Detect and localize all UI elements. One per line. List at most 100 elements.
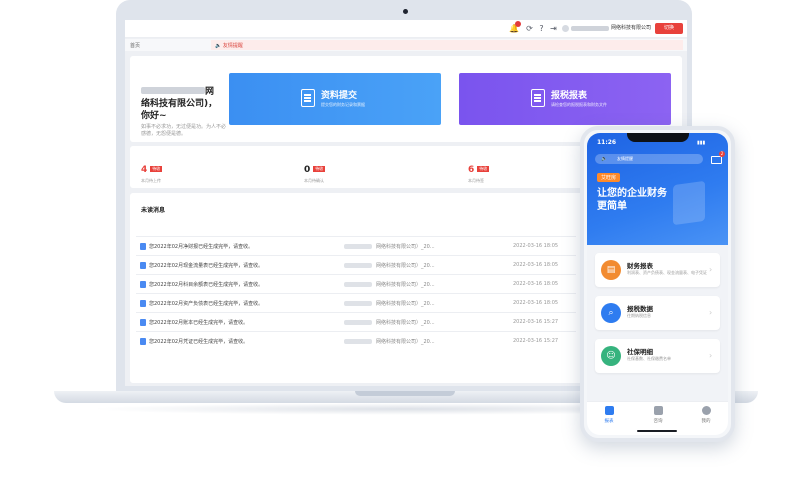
chevron-right-icon: ›: [709, 351, 713, 360]
mail-icon[interactable]: [711, 156, 722, 164]
home-indicator: [637, 430, 677, 432]
document-icon: [140, 281, 146, 288]
submit-data-title: 资料提交: [321, 91, 358, 101]
refresh-icon[interactable]: ⟳: [525, 24, 534, 33]
blurred-field: [344, 263, 372, 268]
tax-report-title: 报税报表: [551, 91, 588, 101]
laptop-notch: [355, 391, 455, 396]
report-icon: [604, 406, 614, 415]
stat-item[interactable]: 4 待收 本月待上传: [141, 157, 163, 184]
report-doc-icon: [531, 89, 545, 107]
blurred-field: [344, 282, 372, 287]
welcome-title-text: 网络科技有限公司)，你好~: [141, 87, 218, 121]
upload-doc-icon: [301, 89, 315, 107]
phone-frame: 11:26 ▮▮▮ 🔈 友情提醒 2 艾旺房 让您的企业财务 更简单 ▤ 财务报…: [580, 126, 735, 442]
tab-label: 我的: [701, 419, 711, 424]
document-icon: [140, 319, 146, 326]
document-icon: [140, 243, 146, 250]
card-title: 社保明细: [627, 348, 653, 356]
status-time: 11:26: [597, 139, 617, 146]
phone-screen: 11:26 ▮▮▮ 🔈 友情提醒 2 艾旺房 让您的企业财务 更简单 ▤ 财务报…: [587, 133, 728, 435]
people-icon: ☺: [601, 346, 621, 366]
hero-title-line1: 让您的企业财务: [597, 188, 667, 199]
chat-icon: [653, 406, 663, 415]
stat-tag: 待收: [477, 166, 490, 172]
help-icon[interactable]: ?: [537, 24, 546, 33]
message-text: 您2022年02月科目余额表已经生成完毕，请查收。: [149, 282, 264, 288]
message-text: 您2022年02月资产负债表已经生成完毕，请查收。: [149, 301, 264, 307]
company-blurred: [571, 26, 609, 31]
blurred-field: [344, 301, 372, 306]
message-time: 2022-03-16 15:27: [513, 338, 559, 344]
message-text: 您2022年02月凭证已经生成完毕，请查收。: [149, 339, 249, 345]
card-title: 财务报表: [627, 262, 653, 270]
tip-label: 🔈 友情提醒: [215, 43, 243, 49]
card-subtitle: 社保基数、社保缴费名单: [627, 356, 671, 361]
blurred-field: [344, 320, 372, 325]
hero-title-line2: 更简单: [597, 201, 627, 212]
stat-tag: 待收: [313, 166, 326, 172]
hero-illustration: [673, 180, 705, 226]
message-text: 您2022年02月账本已经生成完毕，请查收。: [149, 320, 249, 326]
message-company: 网络科技有限公司）_20...: [376, 301, 435, 307]
tax-data-card[interactable]: ⌕ 报税数据 往期纳税信息 ›: [595, 296, 720, 330]
tip-banner: 🔈 友情提醒: [211, 40, 683, 50]
finance-report-card[interactable]: ▤ 财务报表 利润表、资产负债表、现金流量表、电子凭证 ›: [595, 253, 720, 287]
avatar[interactable]: [562, 25, 569, 32]
message-row[interactable]: 您2022年02月凭证已经生成完毕，请查收。 网络科技有限公司）_20... 2…: [136, 331, 576, 350]
tab-row: 首页 🔈 友情提醒: [125, 39, 687, 51]
message-row[interactable]: 您2022年02月账本已经生成完毕，请查收。 网络科技有限公司）_20... 2…: [136, 312, 576, 331]
tab-home[interactable]: 首页: [130, 42, 140, 49]
card-subtitle: 利润表、资产负债表、现金流量表、电子凭证: [627, 270, 707, 275]
message-time: 2022-03-16 18:05: [513, 243, 559, 249]
welcome-subtitle: 如事不必求功，无过便是功。为人不必感德，无怨便是德。: [141, 124, 227, 137]
search-bar[interactable]: 🔈 友情提醒: [595, 154, 703, 164]
tab-mine[interactable]: 我的: [691, 406, 721, 424]
tax-report-subtitle: 请检查您的报税报表和财务文件: [551, 102, 607, 107]
welcome-title: 网络科技有限公司)，你好~: [141, 86, 221, 122]
hero-tag: 艾旺房: [597, 173, 621, 182]
message-row[interactable]: 您2022年02月净财报已经生成完毕，请查收。 网络科技有限公司）_20... …: [136, 236, 576, 255]
document-icon: [140, 338, 146, 345]
phone-hero-banner: 11:26 ▮▮▮ 🔈 友情提醒 2 艾旺房 让您的企业财务 更简单: [587, 133, 728, 245]
message-text: 您2022年02月净财报已经生成完毕，请查收。: [149, 244, 254, 250]
tab-consult[interactable]: 咨询: [643, 406, 673, 424]
stat-item[interactable]: 6 待收 本月待签: [468, 157, 490, 184]
message-text: 您2022年02月现金流量表已经生成完毕，请查收。: [149, 263, 264, 269]
stat-tag: 待收: [150, 166, 163, 172]
mail-badge: 2: [719, 151, 725, 157]
stat-item[interactable]: 0 待收 本月待确认: [304, 157, 326, 184]
stat-label: 本月待签: [468, 178, 484, 183]
notification-badge: [515, 21, 521, 27]
social-security-card[interactable]: ☺ 社保明细 社保基数、社保缴费名单 ›: [595, 339, 720, 373]
message-company: 网络科技有限公司）_20...: [376, 244, 435, 250]
messages-title: 未读消息: [141, 207, 166, 214]
message-row[interactable]: 您2022年02月现金流量表已经生成完毕，请查收。 网络科技有限公司）_20..…: [136, 255, 576, 274]
stat-label: 本月待确认: [304, 178, 324, 183]
laptop-camera: [403, 9, 408, 14]
message-company: 网络科技有限公司）_20...: [376, 320, 435, 326]
chevron-right-icon: ›: [709, 308, 713, 317]
stat-value: 4: [141, 165, 148, 175]
speaker-icon: 🔈: [601, 156, 608, 162]
message-row[interactable]: 您2022年02月科目余额表已经生成完毕，请查收。 网络科技有限公司）_20..…: [136, 274, 576, 293]
submit-data-button[interactable]: 资料提交 提交您的财务记录和票据: [229, 73, 441, 125]
message-row[interactable]: 您2022年02月资产负债表已经生成完毕，请查收。 网络科技有限公司）_20..…: [136, 293, 576, 312]
card-title: 报税数据: [627, 305, 653, 313]
document-icon: [140, 262, 146, 269]
message-company: 网络科技有限公司）_20...: [376, 263, 435, 269]
document-icon: [140, 300, 146, 307]
message-time: 2022-03-16 18:05: [513, 262, 559, 268]
phone-notch: [627, 133, 689, 142]
tab-label: 报表: [604, 419, 614, 424]
tax-report-button[interactable]: 报税报表 请检查您的报税报表和财务文件: [459, 73, 671, 125]
switch-button[interactable]: 切换: [655, 23, 683, 34]
message-time: 2022-03-16 15:27: [513, 319, 559, 325]
message-time: 2022-03-16 18:05: [513, 281, 559, 287]
exit-icon[interactable]: ⇥: [549, 24, 558, 33]
device-mockup-stage: 🔔 ⟳ ? ⇥ 网络科技有限公司 切换 首页 🔈 友情提醒 网络科技有限公司)，…: [0, 0, 812, 489]
tab-reports[interactable]: 报表: [594, 406, 624, 424]
top-bar: 🔔 ⟳ ? ⇥ 网络科技有限公司 切换: [125, 20, 687, 38]
tip-text: 友情提醒: [222, 43, 243, 49]
blurred-field: [344, 339, 372, 344]
